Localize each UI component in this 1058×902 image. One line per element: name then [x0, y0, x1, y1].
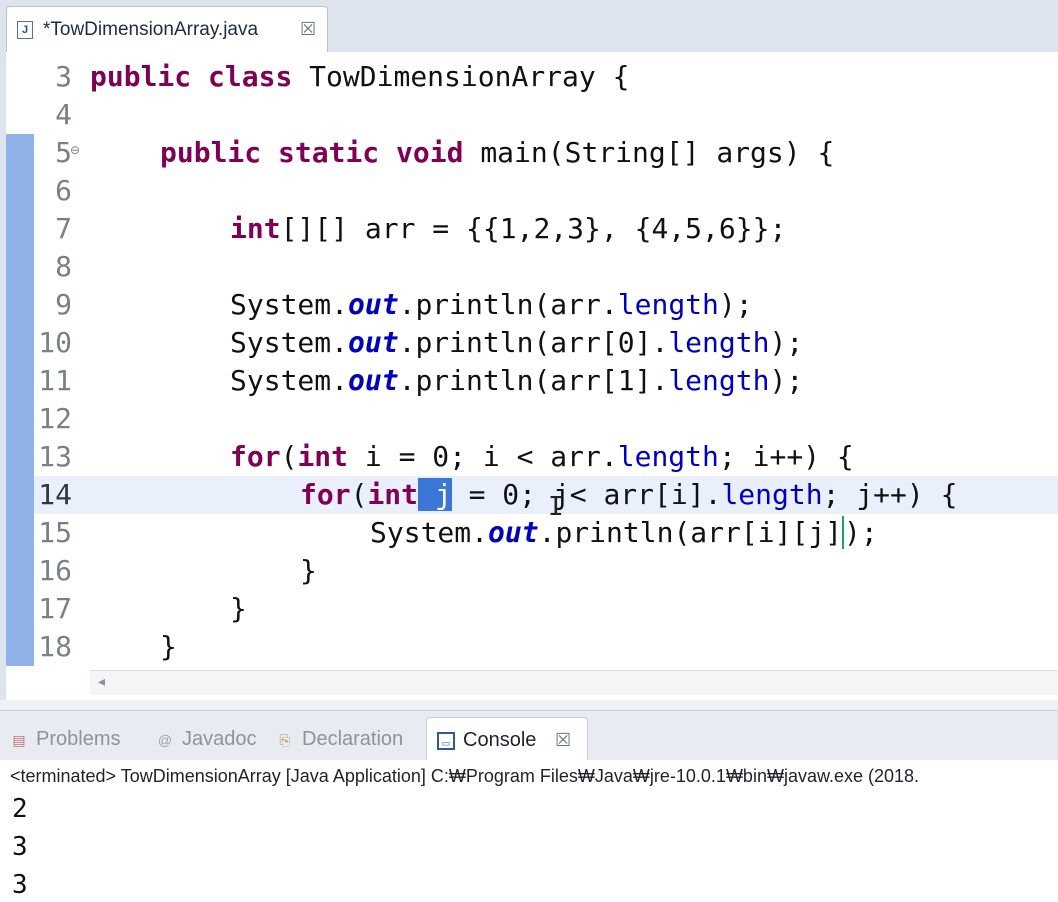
console-icon: ▭ — [437, 731, 455, 750]
console-output-line: 3 — [12, 832, 28, 862]
line-number: 10 — [38, 326, 72, 359]
line-number: 15 — [38, 516, 72, 549]
code-line: 5 ⊖ public static void main(String[] arg… — [6, 134, 1058, 172]
close-icon[interactable]: ☒ — [300, 19, 316, 40]
code-line: 10 System.out.println(arr[0].length); — [6, 324, 1058, 362]
console-output-line: 3 — [12, 870, 28, 900]
editor-tab-title: *TowDimensionArray.java — [43, 19, 259, 40]
line-number: 11 — [38, 364, 72, 397]
code-text: for(int j = 0; j< arr[i].length; j++) { — [300, 478, 958, 511]
line-number: 8 — [55, 250, 72, 283]
code-line: 15 System.out.println(arr[i][j]); — [6, 514, 1058, 552]
code-text: System.out.println(arr[i][j]); — [370, 516, 878, 549]
java-file-icon: J — [17, 21, 33, 39]
line-number: 9 — [55, 288, 72, 321]
code-line: 11 System.out.println(arr[1].length); — [6, 362, 1058, 400]
code-line: 17 } — [6, 590, 1058, 628]
problems-icon: ▤ — [12, 731, 26, 748]
at-icon: @ — [157, 731, 173, 748]
declaration-icon: ⎘ — [279, 731, 291, 748]
horizontal-scrollbar[interactable]: ◂ — [90, 670, 1058, 695]
line-number: 18 — [38, 630, 72, 663]
code-line: 12 — [6, 400, 1058, 438]
code-editor[interactable]: 3 public class TowDimensionArray { 4 5 ⊖… — [0, 52, 1058, 700]
tab-declaration[interactable]: ⎘ Declaration — [276, 717, 403, 761]
code-text: int[][] arr = {{1,2,3}, {4,5,6}}; — [230, 212, 787, 245]
line-number: 12 — [38, 402, 72, 435]
code-line: 3 public class TowDimensionArray { — [6, 58, 1058, 96]
code-text: System.out.println(arr[1].length); — [230, 364, 804, 397]
tab-console[interactable]: ▭ Console ☒ — [426, 717, 588, 761]
code-line: 8 — [6, 248, 1058, 286]
code-text: } — [230, 592, 247, 625]
editor-tab-bar: J *TowDimensionArray.java ☒ — [0, 0, 1058, 53]
line-number: 17 — [38, 592, 72, 625]
line-number: 3 — [55, 60, 72, 93]
line-number: 14 — [38, 478, 72, 511]
scroll-left-icon[interactable]: ◂ — [98, 673, 105, 690]
console-output-line: 2 — [12, 794, 28, 824]
console-output[interactable]: <terminated> TowDimensionArray [Java App… — [0, 760, 1058, 902]
code-line: 18 } — [6, 628, 1058, 666]
code-line: 6 — [6, 172, 1058, 210]
code-text: public static void main(String[] args) { — [160, 136, 835, 169]
code-text: } — [300, 554, 317, 587]
console-status: <terminated> TowDimensionArray [Java App… — [10, 766, 920, 786]
tab-javadoc[interactable]: @ Javadoc — [156, 717, 257, 761]
code-text: for(int i = 0; i < arr.length; i++) { — [230, 440, 854, 473]
line-number: 7 — [55, 212, 72, 245]
line-number: 16 — [38, 554, 72, 587]
line-number: 6 — [55, 174, 72, 207]
code-text: System.out.println(arr[0].length); — [230, 326, 804, 359]
line-number: 13 — [38, 440, 72, 473]
code-text: System.out.println(arr.length); — [230, 288, 753, 321]
code-line: 9 System.out.println(arr.length); — [6, 286, 1058, 324]
code-line: 7 int[][] arr = {{1,2,3}, {4,5,6}}; — [6, 210, 1058, 248]
tab-problems[interactable]: ▤ Problems — [10, 717, 120, 761]
line-number: 5 — [55, 136, 72, 169]
i-beam-cursor-icon: I — [548, 492, 564, 522]
text-selection: j — [418, 478, 452, 511]
close-icon[interactable]: ☒ — [555, 718, 571, 762]
code-line: 16 } — [6, 552, 1058, 590]
code-text: public class TowDimensionArray { — [90, 60, 630, 93]
fold-collapse-icon[interactable]: ⊖ — [70, 143, 80, 157]
view-tab-bar: ▤ Problems @ Javadoc ⎘ Declaration ▭ Console… — [0, 710, 1058, 761]
editor-tab[interactable]: J *TowDimensionArray.java ☒ — [6, 6, 328, 52]
code-line: 13 for(int i = 0; i < arr.length; i++) { — [6, 438, 1058, 476]
code-line-current: 14 for(int j = 0; j< arr[i].length; j++)… — [6, 476, 1058, 514]
code-line: 4 — [6, 96, 1058, 134]
code-text: } — [160, 630, 177, 663]
line-number: 4 — [55, 98, 72, 131]
